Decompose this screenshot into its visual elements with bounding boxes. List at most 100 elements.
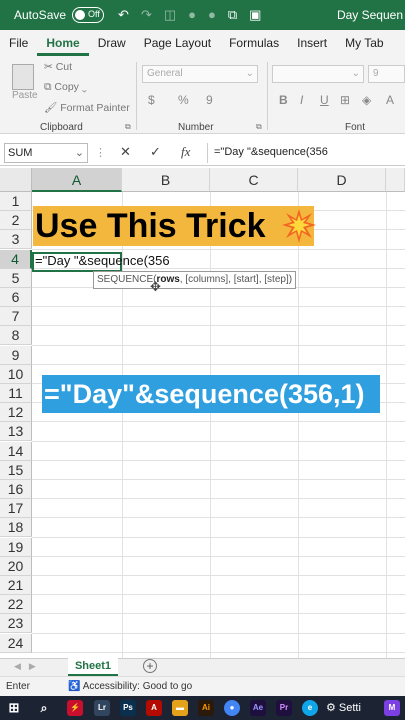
acrobat-icon[interactable]: A (146, 700, 162, 716)
camera-icon[interactable]: ◫ (164, 7, 176, 23)
row-header[interactable]: 2 (0, 211, 32, 231)
format-painter-button[interactable]: 🖌 Format Painter (44, 101, 130, 114)
app-purple-icon[interactable]: M (384, 700, 400, 716)
row-header[interactable]: 16 (0, 480, 32, 499)
row-header[interactable]: 6 (0, 288, 32, 307)
italic-button[interactable]: I (300, 93, 303, 107)
windows-start-icon[interactable]: ⊞ (6, 700, 22, 716)
column-header-e[interactable] (386, 168, 405, 192)
name-box[interactable]: SUM ⌄ (4, 143, 88, 163)
number-format-dropdown[interactable]: General ⌄ (142, 65, 258, 83)
row-header[interactable]: 11 (0, 384, 32, 403)
row-header[interactable]: 7 (0, 307, 32, 327)
accessibility-icon: ♿ (68, 681, 83, 692)
after-effects-icon[interactable]: Ae (250, 700, 266, 716)
folder-icon[interactable]: ▬ (172, 700, 188, 716)
illustrator-icon[interactable]: Ai (198, 700, 214, 716)
tab-file[interactable]: File (0, 30, 37, 56)
number-launcher-icon[interactable]: ⧉ (256, 122, 262, 132)
column-header-d[interactable]: D (298, 168, 386, 192)
premiere-icon[interactable]: Pr (276, 700, 292, 716)
formula-input[interactable]: ="Day "&sequence(356 (214, 146, 328, 158)
record2-icon[interactable]: ● (208, 7, 216, 23)
redo-icon[interactable]: ↷ (141, 7, 152, 23)
clipboard-launcher-icon[interactable]: ⧉ (125, 122, 131, 132)
copy-button[interactable]: ⧉ Copy ⌄ (44, 81, 87, 94)
row-header[interactable]: 23 (0, 614, 32, 634)
tab-page-layout[interactable]: Page Layout (135, 30, 220, 56)
tab-formulas[interactable]: Formulas (220, 30, 288, 56)
row-header[interactable]: 22 (0, 595, 32, 615)
record-icon[interactable]: ● (188, 7, 196, 23)
sheet-tab-sheet1[interactable]: Sheet1 (68, 658, 118, 676)
gridline (32, 555, 405, 557)
autosave-toggle[interactable]: Off (72, 7, 105, 23)
function-tooltip[interactable]: SEQUENCE(rows, [columns], [start], [step… (93, 271, 297, 289)
row-header[interactable]: 24 (0, 633, 32, 653)
underline-button[interactable]: U (320, 93, 329, 107)
cut-button[interactable]: ✂ Cut (44, 61, 72, 73)
font-size-dropdown[interactable]: 9 (368, 65, 405, 83)
enter-button[interactable]: ✓ (150, 144, 161, 160)
tab-draw[interactable]: Draw (89, 30, 135, 56)
edge-icon[interactable]: e (302, 700, 318, 716)
cell-a4-text[interactable]: ="Day "&sequence(356 (35, 253, 170, 268)
tab-home[interactable]: Home (37, 30, 89, 56)
gridline (32, 421, 405, 423)
formula-banner: ="Day"&sequence(356,1) (42, 375, 380, 413)
row-header[interactable]: 3 (0, 230, 32, 250)
gridline (32, 459, 405, 461)
copy-icon[interactable]: ⧉ (228, 7, 237, 23)
paste-button[interactable]: Paste (12, 90, 38, 101)
chrome-icon[interactable]: ● (224, 700, 240, 716)
borders-icon[interactable]: ⊞ (340, 93, 350, 107)
font-color-icon[interactable]: A (386, 93, 394, 107)
sheet-nav-arrows-icon[interactable]: ◀▶ (14, 661, 44, 672)
column-header-a[interactable]: A (32, 168, 122, 192)
percent-icon[interactable]: % (178, 93, 189, 107)
bold-button[interactable]: B (279, 93, 288, 107)
row-header[interactable]: 19 (0, 537, 32, 557)
row-header[interactable]: 12 (0, 403, 32, 423)
worksheet-grid[interactable]: A B C D 1 2 3 4 5 6 7 8 9 10 11 12 13 14 15 16 17 18 19 20 2… (0, 168, 405, 658)
currency-icon[interactable]: $ (148, 93, 155, 107)
settings-taskbar-item[interactable]: ⚙ Setti (326, 701, 361, 714)
insert-function-button[interactable]: fx (181, 144, 190, 160)
save-icon[interactable]: ▣ (249, 7, 261, 23)
row-header[interactable]: 10 (0, 364, 32, 384)
add-sheet-icon[interactable]: + (143, 659, 157, 673)
row-header[interactable]: 9 (0, 345, 32, 365)
cancel-button[interactable]: ✕ (120, 144, 131, 160)
row-header[interactable]: 15 (0, 460, 32, 480)
row-header[interactable]: 17 (0, 499, 32, 519)
tab-insert[interactable]: Insert (288, 30, 336, 56)
photoshop-icon[interactable]: Ps (120, 700, 136, 716)
row-header[interactable]: 20 (0, 556, 32, 576)
gridline (32, 306, 405, 308)
paste-icon[interactable] (12, 64, 34, 90)
row-header[interactable]: 4 (0, 249, 32, 269)
ribbon: Paste ✂ Cut ⧉ Copy ⌄ 🖌 Format Painter Cl… (0, 56, 405, 134)
undo-icon[interactable]: ↶ (118, 7, 129, 23)
row-header[interactable]: 8 (0, 326, 32, 346)
row-header[interactable]: 13 (0, 422, 32, 442)
tab-my-tab[interactable]: My Tab (336, 30, 392, 56)
row-header[interactable]: 5 (0, 268, 32, 288)
fill-color-icon[interactable]: ◈ (362, 93, 371, 107)
gridline (32, 594, 405, 596)
column-header-b[interactable]: B (122, 168, 210, 192)
row-header[interactable]: 21 (0, 576, 32, 595)
divider (267, 62, 268, 130)
row-header[interactable]: 14 (0, 441, 32, 461)
select-all-corner[interactable] (0, 168, 32, 192)
app-red-icon[interactable]: ⚡ (67, 700, 83, 716)
comma-style-icon[interactable]: 9 (206, 93, 213, 107)
lightroom-icon[interactable]: Lr (94, 700, 110, 716)
column-header-c[interactable]: C (210, 168, 298, 192)
row-header[interactable]: 18 (0, 518, 32, 538)
font-name-dropdown[interactable]: ⌄ (272, 65, 364, 83)
more-icon[interactable]: ⋮ (95, 146, 106, 159)
search-icon[interactable]: ⌕ (36, 700, 52, 716)
accessibility-status[interactable]: ♿ Accessibility: Good to go (68, 681, 192, 692)
row-header[interactable]: 1 (0, 192, 32, 211)
